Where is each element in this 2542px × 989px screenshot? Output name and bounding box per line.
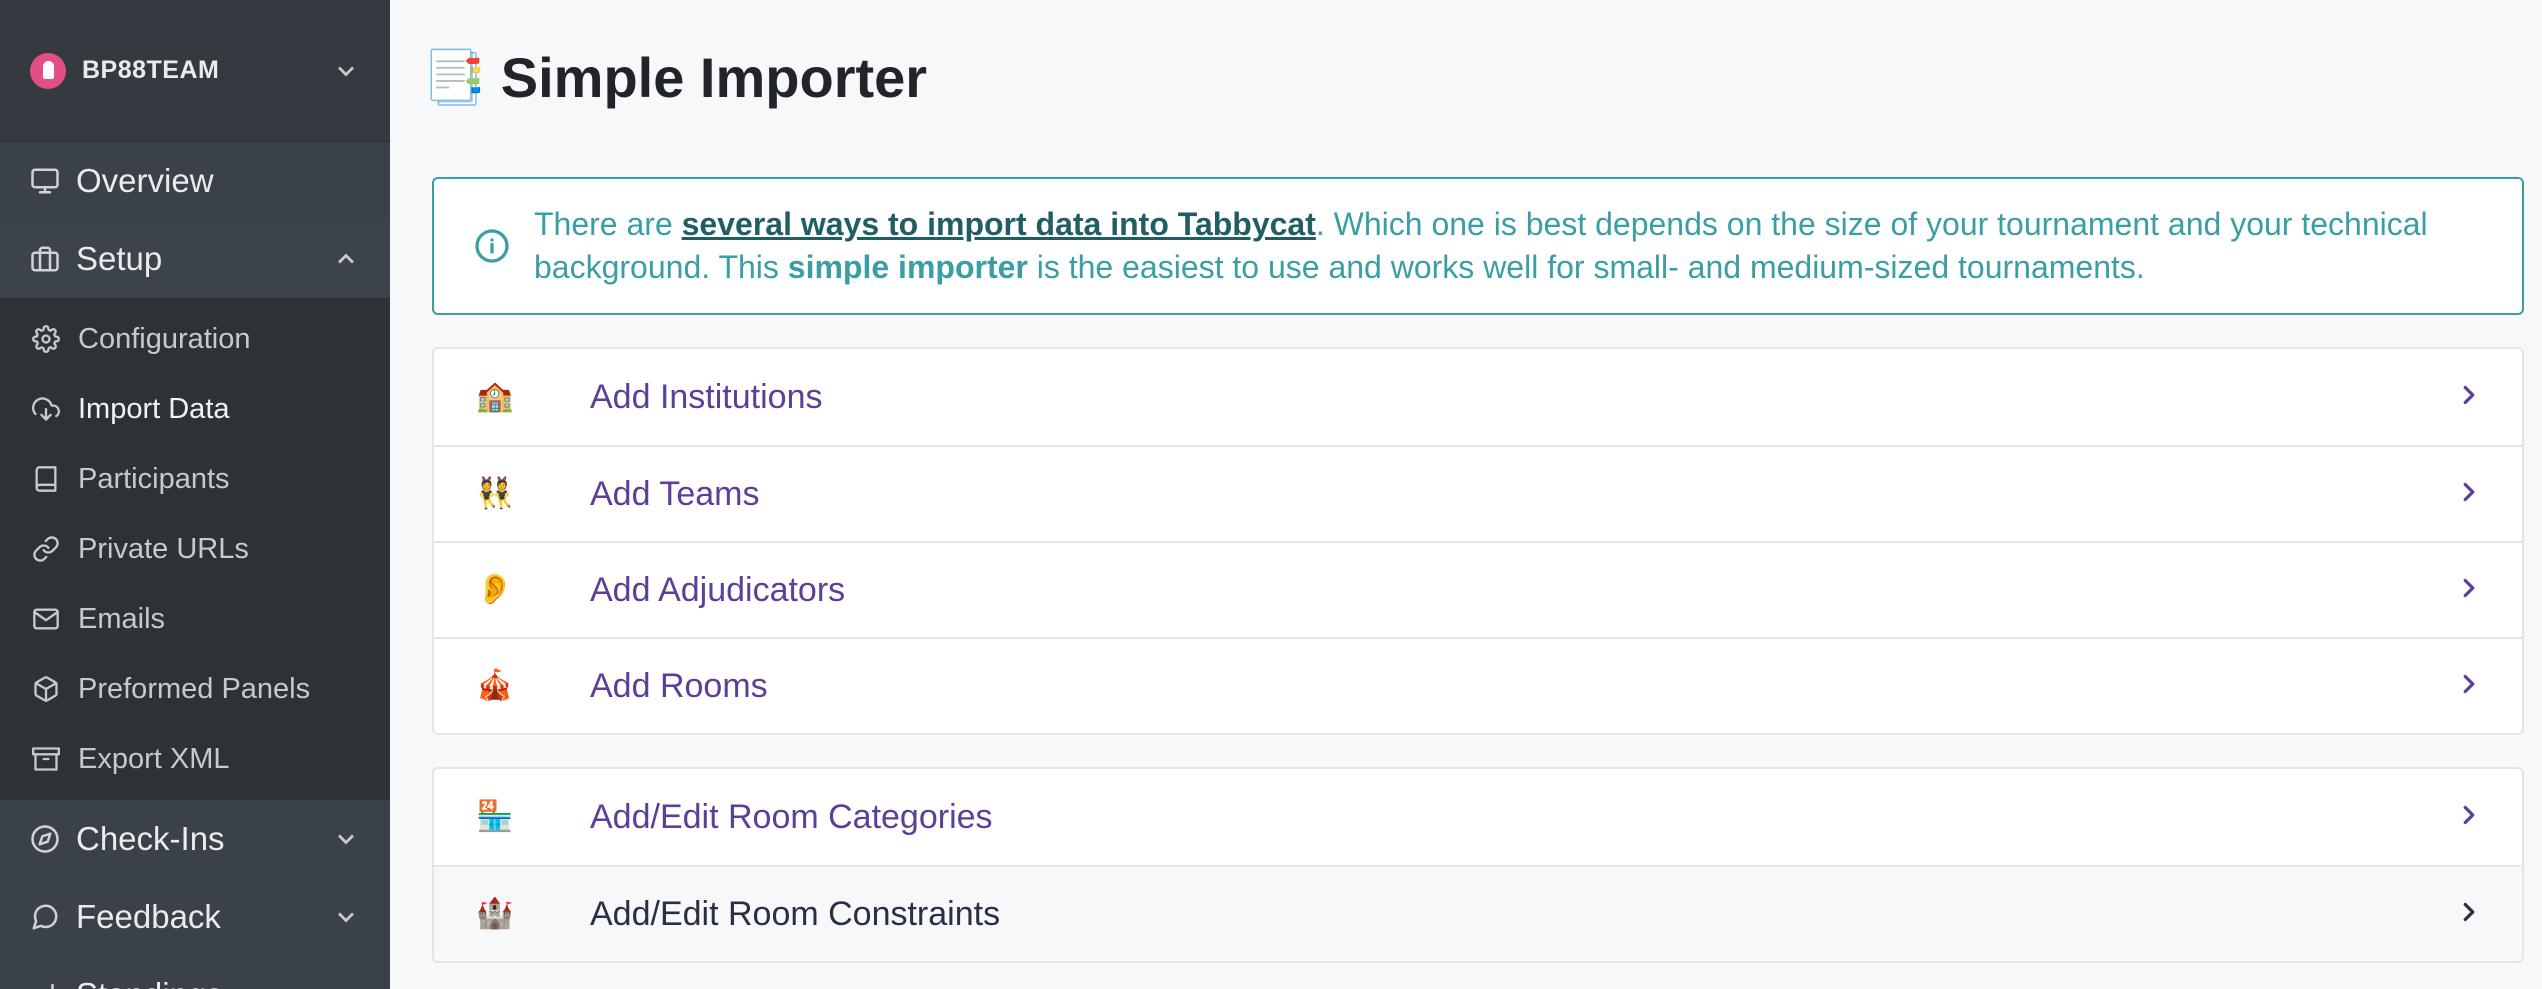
- chevron-right-icon: [2454, 669, 2484, 704]
- rooms-card: 🏪 Add/Edit Room Categories 🏰 Add/Edit Ro…: [432, 767, 2524, 963]
- alert-prefix: There are: [534, 206, 682, 242]
- chevron-right-icon: [2454, 897, 2484, 932]
- compass-icon: [30, 824, 60, 854]
- tournament-switcher[interactable]: BP88TEAM: [0, 0, 390, 142]
- sidebar-item-label: Participants: [78, 462, 230, 495]
- ear-emoji-icon: 👂: [476, 573, 514, 606]
- chevron-down-icon: [332, 57, 360, 85]
- book-icon: [32, 465, 60, 493]
- add-institutions-link[interactable]: 🏫 Add Institutions: [434, 349, 2522, 445]
- briefcase-icon: [30, 244, 60, 274]
- gear-icon: [32, 325, 60, 353]
- setup-submenu: Configuration Import Data Participants P…: [0, 298, 390, 800]
- nav-feedback-label: Feedback: [76, 898, 221, 935]
- page-title: Simple Importer: [500, 46, 928, 109]
- main-content: 📑 Simple Importer There are several ways…: [390, 0, 2542, 989]
- tabbycat-logo-icon: [30, 52, 66, 89]
- message-icon: [30, 902, 60, 932]
- info-alert: There are several ways to import data in…: [432, 177, 2524, 315]
- info-icon: [474, 228, 510, 264]
- nav-overview-label: Overview: [76, 162, 214, 199]
- nav-setup[interactable]: Setup: [0, 220, 390, 298]
- add-adjudicators-link[interactable]: 👂 Add Adjudicators: [434, 541, 2522, 637]
- mail-icon: [32, 605, 60, 633]
- row-label: Add/Edit Room Constraints: [590, 894, 1001, 933]
- link-icon: [32, 535, 60, 563]
- castle-emoji-icon: 🏰: [476, 897, 514, 930]
- box-icon: [32, 675, 60, 703]
- row-label: Add Adjudicators: [590, 570, 846, 609]
- convenience-store-emoji-icon: 🏪: [476, 800, 514, 833]
- sidebar-item-preformed-panels[interactable]: Preformed Panels: [0, 654, 390, 724]
- archive-icon: [32, 745, 60, 773]
- nav-standings[interactable]: Standings: [0, 956, 390, 989]
- sidebar-item-participants[interactable]: Participants: [0, 444, 390, 514]
- sidebar-item-label: Preformed Panels: [78, 672, 311, 705]
- import-docs-link[interactable]: several ways to import data into Tabbyca…: [682, 206, 1316, 242]
- app-root: BP88TEAM Overview Setup Configuration Im…: [0, 0, 2542, 989]
- page-emoji-icon: 📑: [422, 48, 487, 107]
- sidebar-item-configuration[interactable]: Configuration: [0, 304, 390, 374]
- add-teams-link[interactable]: 👯 Add Teams: [434, 445, 2522, 541]
- nav-check-ins[interactable]: Check-Ins: [0, 800, 390, 878]
- sidebar-item-label: Emails: [78, 602, 166, 635]
- circus-tent-emoji-icon: 🎪: [476, 669, 514, 702]
- monitor-icon: [30, 166, 60, 196]
- bar-chart-icon: [30, 980, 60, 989]
- alert-text: There are several ways to import data in…: [534, 203, 2512, 289]
- tournament-name: BP88TEAM: [82, 56, 220, 84]
- sidebar-item-label: Configuration: [78, 322, 251, 355]
- sidebar-item-private-urls[interactable]: Private URLs: [0, 514, 390, 584]
- chevron-down-icon: [332, 825, 360, 853]
- page-header: 📑 Simple Importer: [422, 0, 2524, 155]
- chevron-up-icon: [332, 245, 360, 273]
- room-constraints-link[interactable]: 🏰 Add/Edit Room Constraints: [434, 865, 2522, 961]
- row-label: Add Institutions: [590, 377, 823, 416]
- cloud-download-icon: [32, 395, 60, 423]
- sidebar-item-label: Import Data: [78, 392, 230, 425]
- sidebar-item-export-xml[interactable]: Export XML: [0, 724, 390, 794]
- room-categories-link[interactable]: 🏪 Add/Edit Room Categories: [434, 769, 2522, 865]
- nav-overview[interactable]: Overview: [0, 142, 390, 220]
- school-emoji-icon: 🏫: [476, 380, 514, 413]
- chevron-right-icon: [2454, 800, 2484, 835]
- nav-setup-label: Setup: [76, 240, 163, 277]
- sidebar-item-import-data[interactable]: Import Data: [0, 374, 390, 444]
- alert-bold: simple importer: [787, 249, 1028, 285]
- add-rooms-link[interactable]: 🎪 Add Rooms: [434, 637, 2522, 733]
- chevron-right-icon: [2454, 573, 2484, 608]
- chevron-down-icon: [332, 903, 360, 931]
- sidebar-item-emails[interactable]: Emails: [0, 584, 390, 654]
- sidebar-item-label: Export XML: [78, 742, 230, 775]
- chevron-right-icon: [2454, 477, 2484, 512]
- sidebar-item-label: Private URLs: [78, 532, 249, 565]
- chevron-down-icon: [332, 981, 360, 989]
- nav-feedback[interactable]: Feedback: [0, 878, 390, 956]
- chevron-right-icon: [2454, 380, 2484, 415]
- dancers-emoji-icon: 👯: [476, 477, 514, 510]
- import-card: 🏫 Add Institutions 👯 Add Teams 👂 Add Adj…: [432, 347, 2524, 735]
- nav-standings-label: Standings: [76, 976, 332, 989]
- row-label: Add/Edit Room Categories: [590, 797, 993, 836]
- nav-check-ins-label: Check-Ins: [76, 820, 225, 857]
- alert-suffix: is the easiest to use and works well for…: [1027, 249, 2145, 285]
- row-label: Add Rooms: [590, 666, 768, 705]
- row-label: Add Teams: [590, 474, 760, 513]
- sidebar: BP88TEAM Overview Setup Configuration Im…: [0, 0, 390, 989]
